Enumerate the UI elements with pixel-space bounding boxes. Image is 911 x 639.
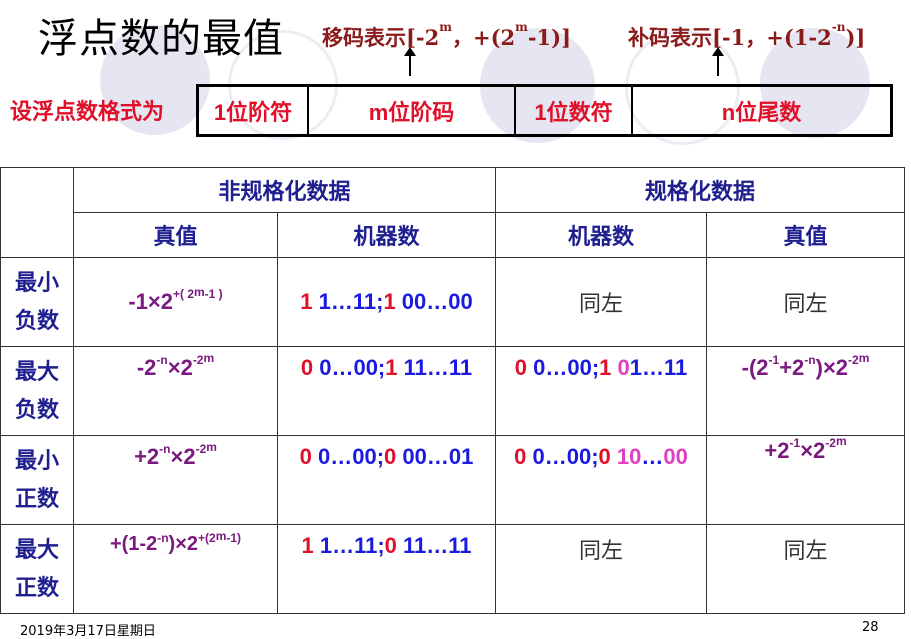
table-row: 最大 负数 -2-n×2-2m 0 0…00;1 11…11 0 0…00;1 0… bbox=[0, 346, 906, 436]
machine-number-cell: 0 0…00;1 11…11 bbox=[276, 346, 497, 436]
up-arrow-icon bbox=[712, 47, 724, 76]
extremes-table: 非规格化数据 规格化数据 真值 机器数 机器数 真值 最小 负数 -1×2+( 2… bbox=[0, 167, 906, 614]
field-exponent-sign: 1位阶符 bbox=[199, 87, 309, 134]
table-row: 最小 负数 -1×2+( 2m-1 ) 1 1…11;1 00…00 同左 同左 bbox=[0, 257, 906, 347]
row-label: 最大 负数 bbox=[0, 346, 74, 436]
header-normalized: 规格化数据 bbox=[495, 167, 906, 213]
page-title: 浮点数的最值 bbox=[38, 16, 284, 62]
same-as-left-cell: 同左 bbox=[495, 257, 708, 347]
format-diagram: 1位阶符 m位阶码 1位数符 n位尾数 bbox=[196, 84, 893, 137]
same-as-left-cell: 同左 bbox=[495, 524, 708, 614]
same-as-left-cell: 同左 bbox=[706, 257, 906, 347]
field-mantissa: n位尾数 bbox=[721, 99, 802, 125]
subheader-true-value: 真值 bbox=[706, 212, 906, 258]
row-label: 最小 负数 bbox=[0, 257, 74, 347]
true-value-cell: -(2-1+2-n)×2-2m bbox=[706, 346, 906, 436]
field-mantissa-sign: 1位数符 bbox=[516, 87, 633, 134]
true-value-cell: -2-n×2-2m bbox=[73, 346, 278, 436]
field-exponent: m位阶码 bbox=[309, 87, 516, 134]
complement-code-range: 补码表示[-1，+(1-2-n)] bbox=[628, 20, 866, 50]
row-label: 最小 正数 bbox=[0, 435, 74, 525]
bias-code-range: 移码表示[-2m，+(2m-1)] bbox=[322, 20, 572, 50]
footer-date: 2019年3月17日星期日 bbox=[20, 624, 156, 639]
true-value-cell: -1×2+( 2m-1 ) bbox=[73, 257, 278, 347]
same-as-left-cell: 同左 bbox=[706, 524, 906, 614]
subheader-machine-number: 机器数 bbox=[276, 212, 497, 258]
subheader-machine-number: 机器数 bbox=[495, 212, 708, 258]
machine-number-cell: 0 0…00;0 00…01 bbox=[276, 435, 497, 525]
true-value-cell: +(1-2-n)×2+(2m-1) bbox=[73, 524, 278, 614]
up-arrow-icon bbox=[404, 47, 416, 76]
machine-number-cell: 0 0…00;1 01…11 bbox=[495, 346, 708, 436]
table-row: 最大 正数 +(1-2-n)×2+(2m-1) 1 1…11;0 11…11 同左… bbox=[0, 524, 906, 614]
subheader-true-value: 真值 bbox=[73, 212, 278, 258]
true-value-cell: +2-1×2-2m bbox=[706, 434, 906, 525]
header-denormalized: 非规格化数据 bbox=[72, 167, 497, 213]
table-row: 最小 正数 +2-n×2-2m 0 0…00;0 00…01 0 0…00;0 1… bbox=[0, 434, 906, 525]
machine-number-cell: 1 1…11;0 11…11 bbox=[276, 524, 497, 614]
true-value-cell: +2-n×2-2m bbox=[73, 435, 278, 525]
corner-cell bbox=[0, 167, 74, 258]
row-label: 最大 正数 bbox=[0, 524, 74, 614]
format-label: 设浮点数格式为 bbox=[10, 99, 165, 125]
machine-number-cell: 1 1…11;1 00…00 bbox=[276, 257, 497, 347]
machine-number-cell: 0 0…00;0 10…00 bbox=[495, 435, 708, 525]
